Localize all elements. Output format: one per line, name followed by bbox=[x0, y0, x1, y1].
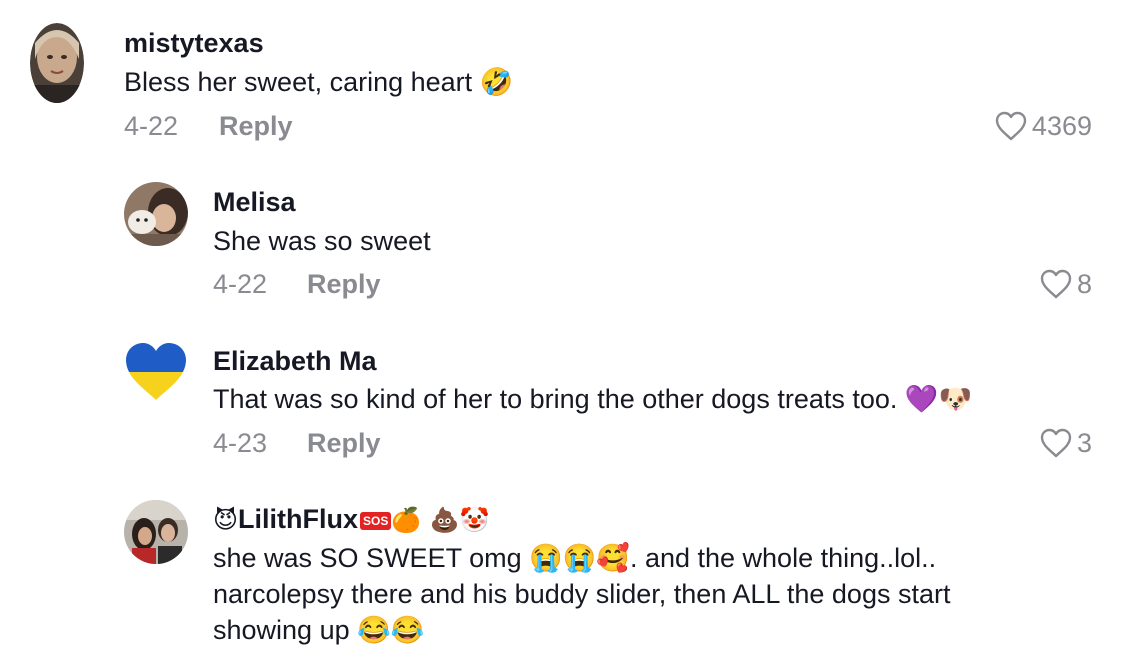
sos-badge: SOS bbox=[360, 511, 392, 530]
comment-text: That was so kind of her to bring the oth… bbox=[213, 384, 973, 414]
reply-button[interactable]: Reply bbox=[307, 428, 381, 459]
comment-date: 4-22 bbox=[213, 269, 268, 299]
username-text: LilithFlux bbox=[238, 504, 359, 534]
comment-text-line: narcolepsy there and his buddy slider, t… bbox=[213, 579, 951, 609]
like-count: 4369 bbox=[1031, 110, 1092, 141]
heart-outline-icon bbox=[994, 110, 1028, 142]
avatar[interactable] bbox=[124, 182, 188, 246]
like-count: 3 bbox=[1076, 427, 1092, 458]
comment-text: Bless her sweet, caring heart 🤣 bbox=[124, 67, 514, 97]
comment-username[interactable]: Melisa bbox=[213, 187, 296, 218]
comment-item: Melisa She was so sweet 4-22 Reply 8 bbox=[0, 170, 1126, 320]
heart-outline-icon bbox=[1039, 268, 1073, 300]
comment-text-line: she was SO SWEET omg 😭😭🥰. and the whole … bbox=[213, 543, 937, 573]
like-button[interactable]: 4369 bbox=[994, 110, 1092, 142]
comment-text: She was so sweet bbox=[213, 226, 431, 256]
comment-item: Elizabeth Ma That was so kind of her to … bbox=[0, 330, 1126, 490]
comment-item: 😈LilithFlux SOS 🍊 💩🤡 she was SO SWEET omg … bbox=[0, 490, 1126, 660]
comment-username[interactable]: mistytexas bbox=[124, 28, 264, 59]
comment-username[interactable]: Elizabeth Ma bbox=[213, 346, 377, 377]
comment-username[interactable]: 😈LilithFlux SOS 🍊 💩🤡 bbox=[213, 504, 489, 535]
username-emoji-suffix: 🍊 💩🤡 bbox=[391, 506, 490, 534]
like-button[interactable]: 8 bbox=[1039, 268, 1092, 300]
comment-text-line: showing up 😂😂 bbox=[213, 615, 425, 645]
comment-item: mistytexas Bless her sweet, caring heart… bbox=[0, 0, 1126, 160]
like-count: 8 bbox=[1076, 268, 1092, 299]
avatar[interactable] bbox=[30, 23, 84, 103]
devil-emoji: 😈 bbox=[213, 506, 239, 534]
avatar[interactable] bbox=[124, 500, 188, 564]
like-button[interactable]: 3 bbox=[1039, 427, 1092, 459]
reply-button[interactable]: Reply bbox=[219, 111, 293, 142]
comment-date: 4-22 bbox=[124, 111, 179, 141]
reply-button[interactable]: Reply bbox=[307, 269, 381, 300]
avatar[interactable] bbox=[124, 340, 188, 404]
heart-outline-icon bbox=[1039, 427, 1073, 459]
comment-date: 4-23 bbox=[213, 428, 268, 458]
